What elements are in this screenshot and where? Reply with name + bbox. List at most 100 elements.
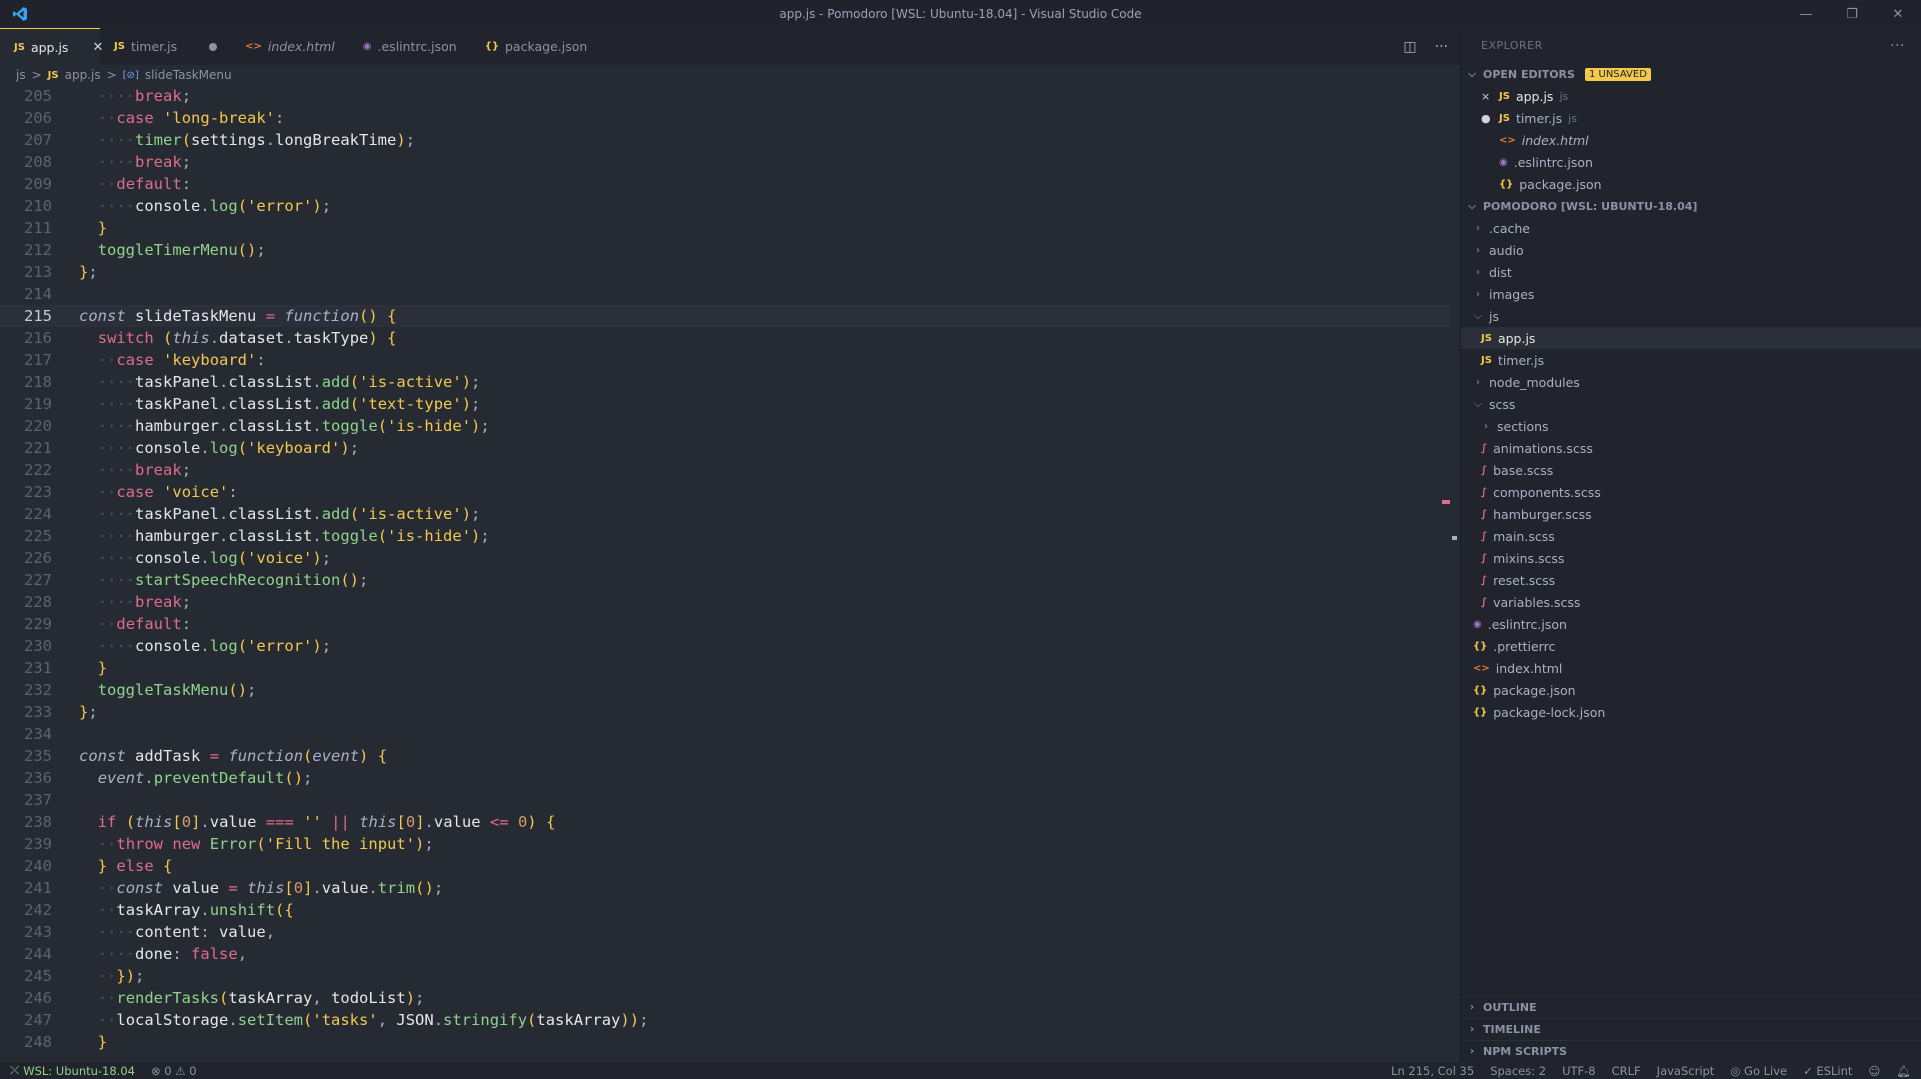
remote-indicator[interactable]: ⤬ WSL: Ubuntu-18.04: [0, 1062, 145, 1079]
line-number[interactable]: 205: [0, 85, 52, 107]
file-item[interactable]: <> index.html: [1461, 657, 1921, 679]
code-line[interactable]: 215 const slideTaskMenu = function() {: [0, 305, 1450, 327]
code-line[interactable]: 243 ····content: value,: [0, 921, 1450, 943]
code-line[interactable]: 217 ··case 'keyboard':: [0, 349, 1450, 371]
code-line[interactable]: 208 ····break;: [0, 151, 1450, 173]
line-number[interactable]: 217: [0, 349, 52, 371]
line-number[interactable]: 230: [0, 635, 52, 657]
line-number[interactable]: 241: [0, 877, 52, 899]
folder-item[interactable]: ⌵ js: [1461, 305, 1921, 327]
code-line[interactable]: 213};: [0, 261, 1450, 283]
code-line[interactable]: 214: [0, 283, 1450, 305]
eol-status[interactable]: CRLF: [1612, 1064, 1641, 1078]
open-editor-item[interactable]: {} package.json: [1461, 173, 1921, 195]
line-number[interactable]: 220: [0, 415, 52, 437]
close-icon[interactable]: ✕: [1875, 0, 1921, 28]
line-number[interactable]: 213: [0, 261, 52, 283]
line-number[interactable]: 221: [0, 437, 52, 459]
file-item[interactable]: JS app.js: [1461, 327, 1921, 349]
code-line[interactable]: 221 ····console.log('keyboard');: [0, 437, 1450, 459]
folder-item[interactable]: › node_modules: [1461, 371, 1921, 393]
line-number[interactable]: 237: [0, 789, 52, 811]
collapsed-section[interactable]: › NPM SCRIPTS: [1461, 1040, 1921, 1062]
minimize-icon[interactable]: —: [1783, 0, 1829, 28]
code-line[interactable]: 224 ····taskPanel.classList.add('is-acti…: [0, 503, 1450, 525]
line-number[interactable]: 231: [0, 657, 52, 679]
tab-package-json[interactable]: {} package.json: [471, 28, 602, 65]
line-number[interactable]: 233: [0, 701, 52, 723]
line-number[interactable]: 218: [0, 371, 52, 393]
line-number[interactable]: 240: [0, 855, 52, 877]
code-line[interactable]: 220 ····hamburger.classList.toggle('is-h…: [0, 415, 1450, 437]
unsaved-dot-icon[interactable]: [209, 42, 218, 51]
code-line[interactable]: 239 ··throw new Error('Fill the input');: [0, 833, 1450, 855]
code-line[interactable]: 219 ····taskPanel.classList.add('text-ty…: [0, 393, 1450, 415]
folder-item[interactable]: › images: [1461, 283, 1921, 305]
line-number[interactable]: 210: [0, 195, 52, 217]
ellipsis-icon[interactable]: ···: [1890, 38, 1905, 54]
code-line[interactable]: 223 ··case 'voice':: [0, 481, 1450, 503]
line-number[interactable]: 222: [0, 459, 52, 481]
file-item[interactable]: JS timer.js: [1461, 349, 1921, 371]
file-item[interactable]: ∫ variables.scss: [1461, 591, 1921, 613]
open-editor-item[interactable]: ● JS timer.js js: [1461, 107, 1921, 129]
line-number[interactable]: 224: [0, 503, 52, 525]
code-editor[interactable]: 205 ····break; 206 ··case 'long-break': 20…: [0, 85, 1450, 1062]
code-line[interactable]: 228 ····break;: [0, 591, 1450, 613]
code-line[interactable]: 231 }: [0, 657, 1450, 679]
restore-icon[interactable]: ❐: [1829, 0, 1875, 28]
code-line[interactable]: 246 ··renderTasks(taskArray, todoList);: [0, 987, 1450, 1009]
file-item[interactable]: ∫ hamburger.scss: [1461, 503, 1921, 525]
code-line[interactable]: 233};: [0, 701, 1450, 723]
file-item[interactable]: ∫ animations.scss: [1461, 437, 1921, 459]
problems-indicator[interactable]: ⊗ 0 ⚠ 0: [151, 1064, 197, 1078]
folder-item[interactable]: › dist: [1461, 261, 1921, 283]
line-number[interactable]: 246: [0, 987, 52, 1009]
line-number[interactable]: 226: [0, 547, 52, 569]
breadcrumb-symbol[interactable]: slideTaskMenu: [145, 68, 232, 82]
code-line[interactable]: 248 }: [0, 1031, 1450, 1053]
code-line[interactable]: 241 ··const value = this[0].value.trim()…: [0, 877, 1450, 899]
line-number[interactable]: 219: [0, 393, 52, 415]
folder-item[interactable]: ⌵ scss: [1461, 393, 1921, 415]
folder-item[interactable]: › sections: [1461, 415, 1921, 437]
line-number[interactable]: 209: [0, 173, 52, 195]
code-line[interactable]: 210 ····console.log('error');: [0, 195, 1450, 217]
file-item[interactable]: ∫ mixins.scss: [1461, 547, 1921, 569]
indentation-status[interactable]: Spaces: 2: [1490, 1064, 1546, 1078]
bell-icon[interactable]: 🔔︎: [1896, 1064, 1911, 1078]
line-number[interactable]: 208: [0, 151, 52, 173]
eslint-status[interactable]: ✓ ESLint: [1803, 1064, 1852, 1078]
tab-timer-js[interactable]: JS timer.js: [100, 28, 231, 65]
open-editor-item[interactable]: ◉ .eslintrc.json: [1461, 151, 1921, 173]
code-line[interactable]: 242 ··taskArray.unshift({: [0, 899, 1450, 921]
code-line[interactable]: 234: [0, 723, 1450, 745]
feedback-icon[interactable]: ☺: [1868, 1064, 1880, 1078]
open-editors-section[interactable]: ⌵ OPEN EDITORS 1 UNSAVED: [1461, 63, 1921, 85]
file-item[interactable]: ∫ components.scss: [1461, 481, 1921, 503]
line-number[interactable]: 223: [0, 481, 52, 503]
code-line[interactable]: 236 event.preventDefault();: [0, 767, 1450, 789]
tab-app-js[interactable]: JS app.js ✕: [0, 28, 103, 65]
code-line[interactable]: 222 ····break;: [0, 459, 1450, 481]
tab-index-html[interactable]: <> index.html: [231, 28, 349, 65]
code-line[interactable]: 247 ··localStorage.setItem('tasks', JSON…: [0, 1009, 1450, 1031]
breadcrumb-folder[interactable]: js: [16, 68, 26, 82]
line-number[interactable]: 206: [0, 107, 52, 129]
code-line[interactable]: 245 ··});: [0, 965, 1450, 987]
code-line[interactable]: 238 if (this[0].value === '' || this[0].…: [0, 811, 1450, 833]
line-number[interactable]: 236: [0, 767, 52, 789]
code-line[interactable]: 216 switch (this.dataset.taskType) {: [0, 327, 1450, 349]
tab-eslintrc-json[interactable]: ◉ .eslintrc.json: [349, 28, 471, 65]
project-section[interactable]: ⌵ POMODORO [WSL: UBUNTU-18.04]: [1461, 195, 1921, 217]
line-number[interactable]: 214: [0, 283, 52, 305]
code-line[interactable]: 240 } else {: [0, 855, 1450, 877]
collapsed-section[interactable]: › TIMELINE: [1461, 1018, 1921, 1040]
code-line[interactable]: 206 ··case 'long-break':: [0, 107, 1450, 129]
file-item[interactable]: ∫ reset.scss: [1461, 569, 1921, 591]
code-line[interactable]: 232 toggleTaskMenu();: [0, 679, 1450, 701]
open-editor-item[interactable]: × JS app.js js: [1461, 85, 1921, 107]
go-live-button[interactable]: ◎ Go Live: [1730, 1064, 1787, 1078]
file-item[interactable]: {} package-lock.json: [1461, 701, 1921, 723]
code-line[interactable]: 209 ··default:: [0, 173, 1450, 195]
